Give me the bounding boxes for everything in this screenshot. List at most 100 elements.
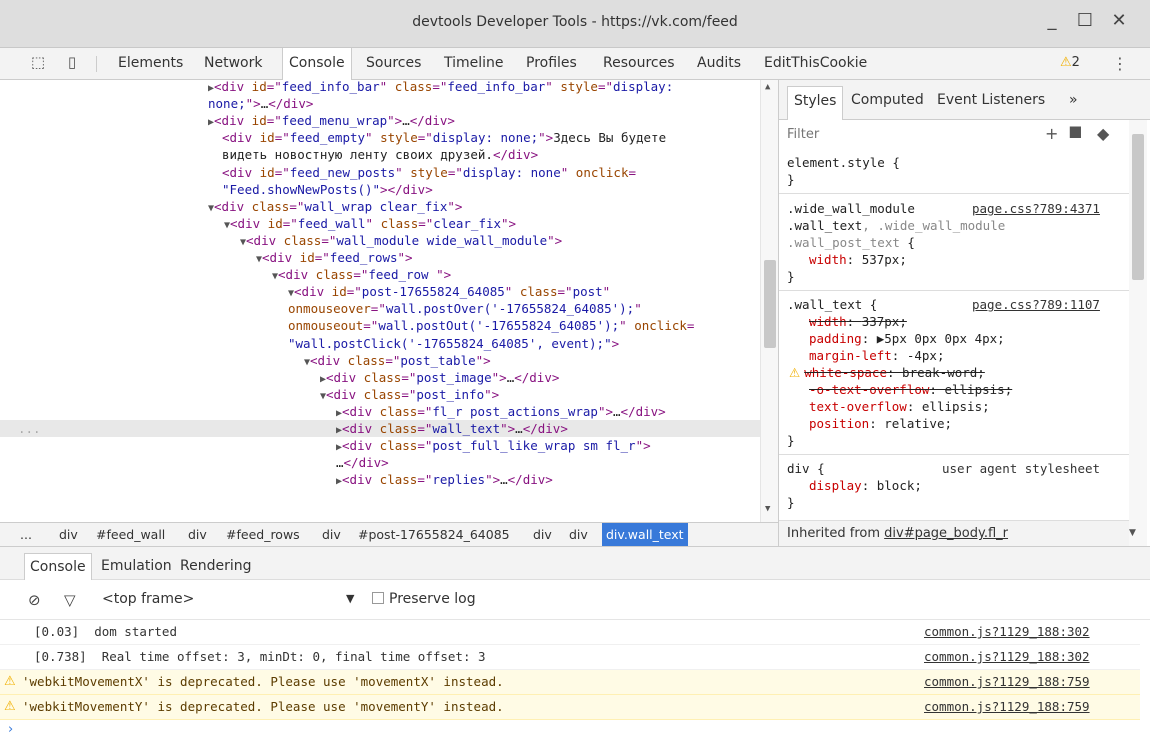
dom-token: …: [500, 472, 508, 488]
rule-selector-line[interactable]: .wall_post_text {: [787, 234, 915, 251]
css-property[interactable]: display: block;: [809, 477, 922, 494]
breadcrumb-item[interactable]: div: [318, 523, 345, 546]
css-property-value: 537px;: [861, 252, 907, 267]
dom-token: "wall.postClick('-17655824_64085', event…: [288, 335, 612, 351]
tab-event-listeners[interactable]: Event Listeners: [931, 86, 1051, 120]
dom-token: onclick: [634, 318, 687, 334]
console-source-link[interactable]: common.js?1129_188:759: [924, 699, 1090, 714]
dom-token: class: [379, 421, 418, 436]
breadcrumb-item[interactable]: div: [529, 523, 556, 546]
rule-selector[interactable]: .wall_text {: [787, 296, 877, 313]
drawer-tab-rendering[interactable]: Rendering: [175, 553, 257, 581]
dom-tree-scroll-thumb[interactable]: [764, 260, 776, 348]
scroll-down-icon[interactable]: ▼: [1129, 528, 1136, 538]
breadcrumb-item[interactable]: div: [55, 523, 82, 546]
styles-filter-input[interactable]: [787, 125, 987, 143]
new-style-rule-icon[interactable]: +: [1045, 124, 1058, 143]
styles-scroll-thumb[interactable]: [1132, 134, 1144, 280]
tab-timeline[interactable]: Timeline: [438, 48, 510, 79]
dom-token: ">: [485, 472, 501, 488]
css-property[interactable]: padding: ▶5px 0px 0px 4px;: [809, 330, 1005, 347]
rule-source-link[interactable]: page.css?789:1107: [972, 296, 1100, 313]
toggle-classes-icon[interactable]: ◆: [1097, 124, 1109, 143]
css-property[interactable]: position: relative;: [809, 415, 952, 432]
breadcrumb-item[interactable]: div: [565, 523, 592, 546]
console-source-link[interactable]: common.js?1129_188:302: [924, 649, 1090, 664]
tab-audits[interactable]: Audits: [691, 48, 747, 79]
css-property-overridden[interactable]: width: 337px;: [809, 313, 907, 330]
checkbox-box[interactable]: [372, 592, 384, 604]
breadcrumb-item[interactable]: #post-17655824_64085: [354, 523, 514, 546]
tab-resources[interactable]: Resources: [597, 48, 681, 79]
tab-console[interactable]: Console: [282, 48, 352, 80]
scroll-down-icon[interactable]: ▼: [765, 504, 770, 514]
tab-network[interactable]: Network: [198, 48, 268, 79]
console-messages: [0.03] dom started common.js?1129_188:302…: [0, 620, 1150, 738]
warning-counter[interactable]: ⚠2: [1060, 55, 1080, 70]
device-mode-icon[interactable]: ▯: [62, 53, 82, 73]
element-style-selector[interactable]: element.style {: [787, 154, 900, 171]
dom-token: =": [274, 130, 290, 146]
dom-token: onmouseout: [288, 318, 364, 334]
inherited-element-link[interactable]: div#page_body.fl_r: [884, 526, 1008, 541]
css-property-overridden[interactable]: -o-text-overflow: ellipsis;: [809, 381, 1012, 398]
filter-icon[interactable]: ▽: [64, 591, 76, 609]
tab-profiles[interactable]: Profiles: [520, 48, 583, 79]
dom-token: </div>: [492, 147, 539, 163]
css-property[interactable]: text-overflow: ellipsis;: [809, 398, 990, 415]
tab-sources[interactable]: Sources: [360, 48, 427, 79]
breadcrumb-item[interactable]: ...: [16, 523, 36, 546]
dom-token: post_table: [400, 352, 476, 368]
dom-token: =": [363, 318, 379, 334]
rule-selector[interactable]: .wide_wall_module: [787, 200, 915, 217]
console-message-text: 'webkitMovementY' is deprecated. Please …: [22, 699, 504, 714]
clear-console-icon[interactable]: ⊘: [28, 591, 41, 609]
frame-select[interactable]: <top frame>: [102, 591, 194, 607]
breadcrumb-item[interactable]: #feed_rows: [222, 523, 304, 546]
dom-node-selected[interactable]: ▶<div class="wall_text">…</div>...: [0, 420, 760, 437]
dom-token: …: [515, 421, 523, 436]
tab-editthiscookie[interactable]: EditThisCookie: [758, 48, 873, 79]
maximize-button[interactable]: ☐: [1072, 10, 1098, 31]
preserve-log-checkbox[interactable]: Preserve log: [372, 591, 476, 607]
dom-token: </div>: [343, 455, 389, 471]
close-button[interactable]: ✕: [1106, 10, 1132, 31]
dom-token: fl_r post_actions_wrap: [432, 403, 598, 419]
drawer-tab-console[interactable]: Console: [24, 553, 92, 581]
dom-token: =": [321, 232, 337, 248]
dom-token: id: [259, 164, 275, 180]
console-source-link[interactable]: common.js?1129_188:302: [924, 624, 1090, 639]
tab-styles[interactable]: Styles: [787, 86, 844, 120]
dom-token: clear_fix: [433, 215, 502, 231]
inspect-element-icon[interactable]: ⬚: [28, 53, 48, 73]
console-source-link[interactable]: common.js?1129_188:759: [924, 674, 1090, 689]
css-property[interactable]: width: 537px;: [809, 251, 907, 268]
css-property[interactable]: margin-left: -4px;: [809, 347, 945, 364]
drawer-tab-emulation[interactable]: Emulation: [96, 553, 177, 581]
element-state-icon[interactable]: ⯀: [1069, 124, 1082, 144]
tab-elements[interactable]: Elements: [112, 48, 189, 79]
tab-computed[interactable]: Computed: [845, 86, 930, 120]
breadcrumb-item[interactable]: #feed_wall: [92, 523, 169, 546]
rule-selector[interactable]: div {: [787, 460, 825, 477]
minimize-button[interactable]: _: [1039, 10, 1065, 31]
preserve-log-label: Preserve log: [389, 591, 476, 607]
console-prompt[interactable]: ›: [8, 722, 13, 737]
dom-tree-scrollbar[interactable]: ▲ ▼: [760, 80, 778, 522]
more-menu-icon[interactable]: ⋮: [1112, 54, 1128, 73]
css-property-invalid[interactable]: ⚠ white-space: break-word;: [789, 364, 985, 381]
rule-source-link[interactable]: page.css?789:4371: [972, 200, 1100, 217]
more-tabs-icon[interactable]: »: [1063, 86, 1084, 120]
breadcrumb-item-selected[interactable]: div.wall_text: [602, 523, 688, 546]
styles-scrollbar[interactable]: [1129, 120, 1147, 546]
dom-token: class: [347, 352, 386, 368]
dom-token: </div>: [268, 96, 314, 112]
rule-selector-line[interactable]: .wall_text, .wide_wall_module: [787, 217, 1005, 234]
breadcrumb-item[interactable]: div: [184, 523, 211, 546]
dom-token: =": [266, 113, 282, 129]
chevron-down-icon[interactable]: ▼: [346, 592, 354, 605]
toolbar-separator: [96, 56, 97, 72]
rule-divider: [779, 290, 1129, 291]
scroll-up-icon[interactable]: ▲: [765, 82, 770, 92]
dom-token: =": [401, 369, 417, 385]
